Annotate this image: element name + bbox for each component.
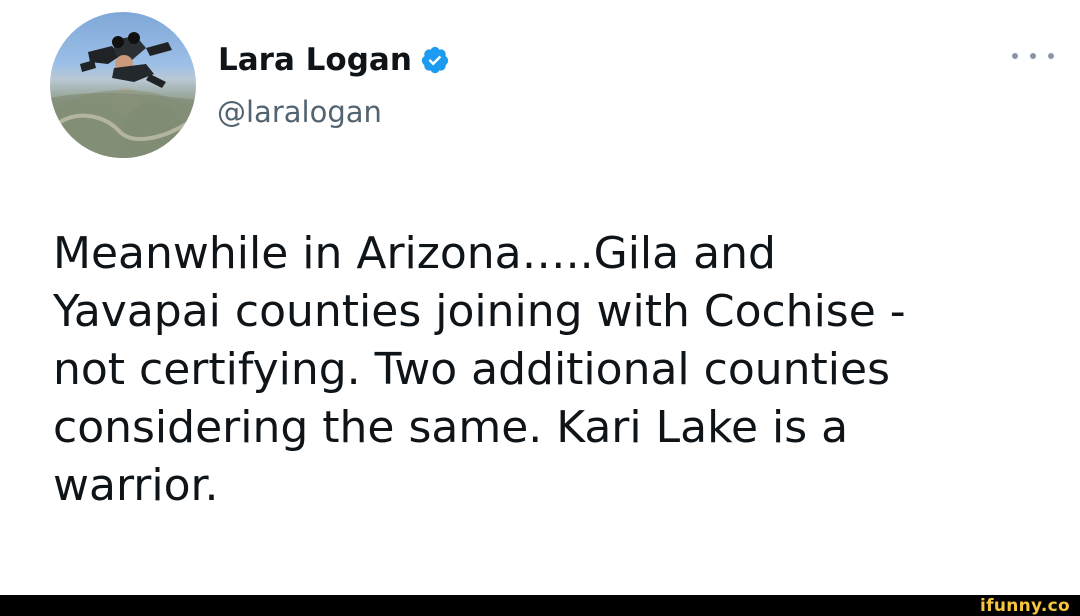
skydiver-photo: [50, 32, 196, 158]
display-name-row: Lara Logan: [218, 40, 450, 80]
watermark-bar: ifunny.co: [0, 595, 1080, 616]
display-name[interactable]: Lara Logan: [218, 42, 412, 78]
more-options-icon[interactable]: [1012, 46, 1054, 66]
verified-badge-icon: [420, 45, 450, 75]
profile-avatar[interactable]: [50, 12, 196, 158]
tweet-text: Meanwhile in Arizona…..Gila and Yavapai …: [53, 228, 906, 511]
more-dot: [1012, 53, 1018, 59]
ifunny-watermark: ifunny.co: [980, 595, 1070, 616]
more-dot: [1030, 53, 1036, 59]
user-handle[interactable]: @laralogan: [217, 95, 382, 129]
more-dot: [1048, 53, 1054, 59]
